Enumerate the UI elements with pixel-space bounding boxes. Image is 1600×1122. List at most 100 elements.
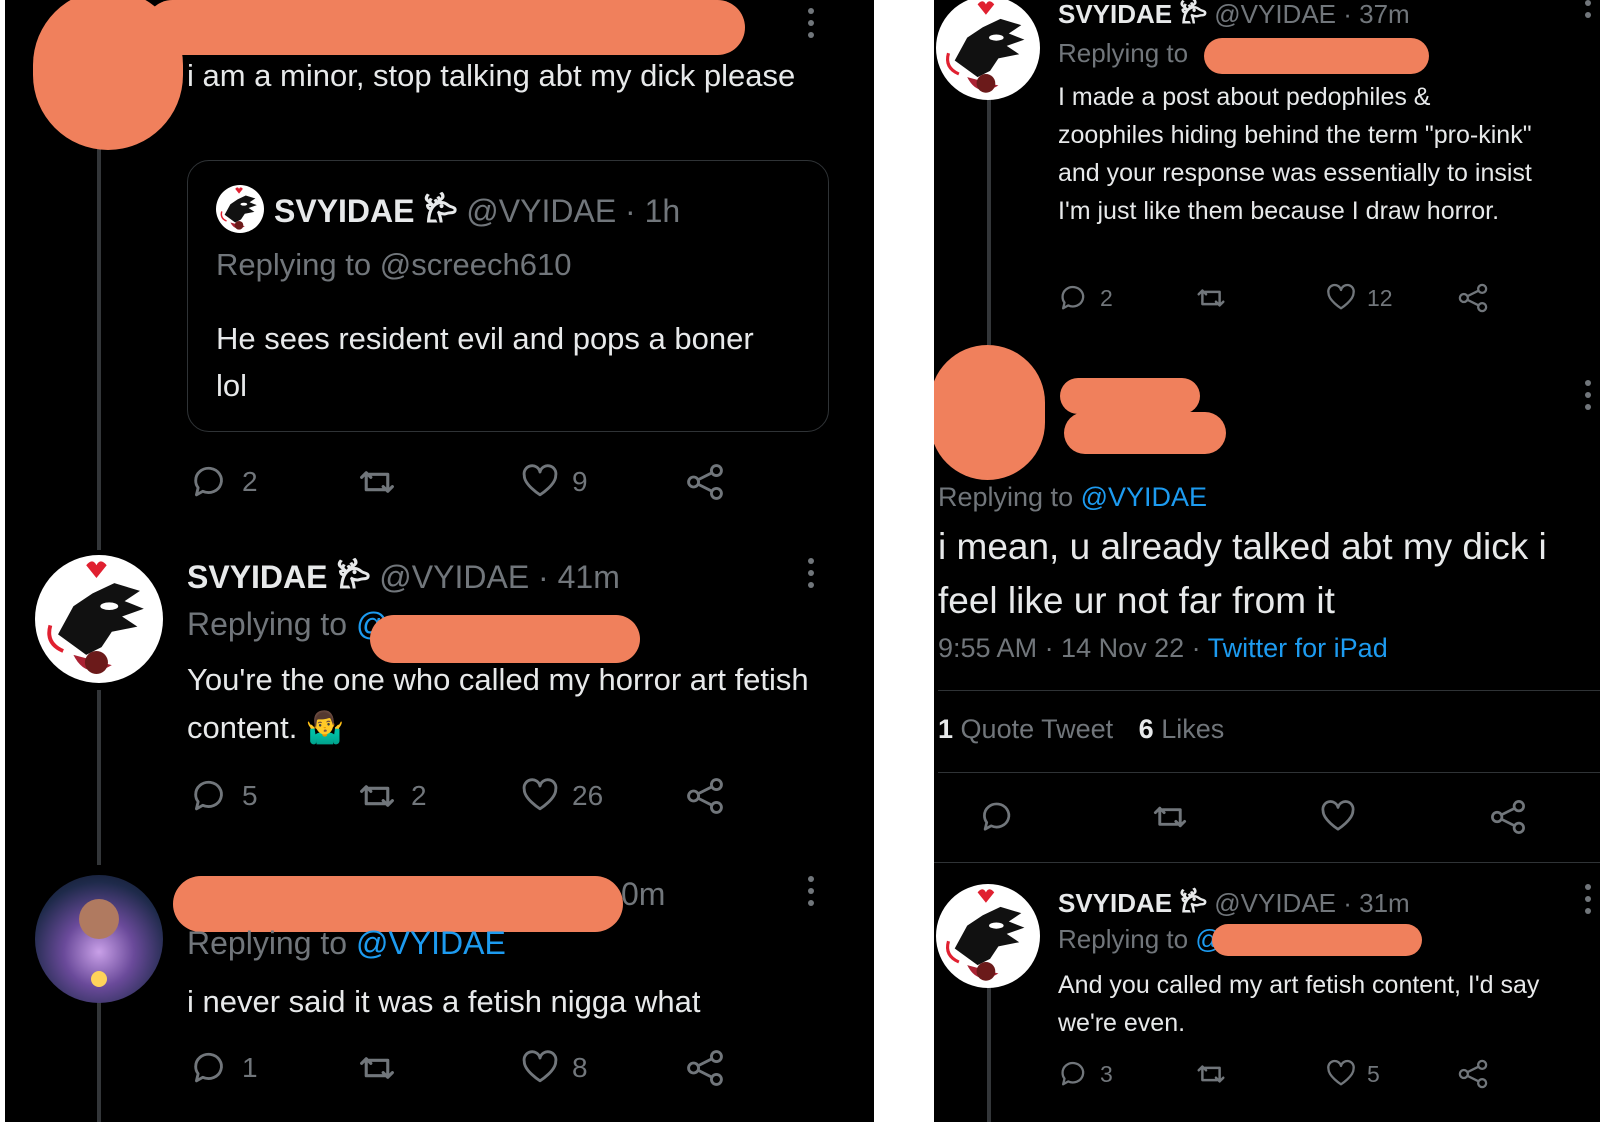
reply-button[interactable]: 2 [1058,282,1193,314]
display-name: SVYIDAE 𐂂 [187,559,371,595]
timestamp: · 37m [1343,0,1410,29]
avatar[interactable] [35,875,163,1003]
divider [934,862,1600,863]
more-icon[interactable] [1584,884,1592,920]
avatar[interactable] [35,555,163,683]
timestamp: · 1h [625,193,681,229]
main-tweet-text: i mean, u already talked abt my dick i f… [938,526,1547,621]
reply-icon [1061,285,1085,310]
avatar[interactable] [936,884,1040,988]
likes-label: Likes [1161,714,1225,744]
right-screenshot-panel: SVYIDAE 𐂂 @VYIDAE · 37m Replying to I ma… [934,0,1600,1122]
reply-button[interactable]: 3 [1058,1058,1193,1090]
reply-count: 2 [1100,284,1113,311]
like-button[interactable]: 9 [520,462,685,502]
like-count: 12 [1367,284,1393,311]
avatar[interactable] [936,0,1040,100]
likes-link[interactable]: 6 Likes [1139,714,1225,744]
quoted-text: He sees resident evil and pops a boner l… [216,321,754,403]
quote-label: Quote Tweet [960,714,1114,744]
more-icon[interactable] [1584,0,1592,24]
share-button[interactable] [1457,282,1489,314]
like-button[interactable]: 5 [1325,1058,1457,1090]
tweet-text: And you called my art fetish content, I'… [1058,971,1540,1037]
more-icon[interactable] [1584,380,1592,416]
divider [938,772,1600,773]
retweet-button[interactable] [1193,1058,1325,1090]
like-button[interactable] [1319,798,1489,836]
like-count: 5 [1367,1060,1380,1087]
replying-handle[interactable]: @VYIDAE [356,925,506,961]
left-screenshot-panel: i am a minor, stop talking abt my dick p… [5,0,874,1122]
more-icon[interactable] [807,558,815,594]
like-button[interactable]: 12 [1325,282,1457,314]
share-button[interactable] [1489,798,1527,836]
retweet-icon [1197,1065,1225,1083]
thread-line [987,90,991,345]
replying-label: Replying to [1058,924,1189,954]
replying-handle[interactable]: @VYIDAE [1081,482,1207,512]
retweet-icon [360,1057,394,1079]
quoted-tweet[interactable]: SVYIDAE 𐂂 @VYIDAE · 1h Replying to @scre… [187,160,829,432]
redacted-handle [1064,412,1226,454]
share-button[interactable] [685,776,725,816]
redacted-avatar [934,345,1045,480]
avatar-face [79,899,119,939]
retweet-button[interactable]: 2 [355,776,520,816]
tweet-actions: 3 5 [1058,1058,1518,1090]
retweet-icon [1197,289,1225,307]
like-icon [1321,800,1355,831]
reply-button[interactable]: 2 [190,462,355,502]
retweet-button[interactable] [355,462,520,502]
redacted-handle [1212,924,1422,956]
replying-label: Replying to [187,925,348,961]
share-button[interactable] [685,462,725,502]
display-name: SVYIDAE 𐂂 [1058,0,1208,29]
replying-label: Replying to [938,482,1074,512]
reply-button[interactable] [979,798,1149,836]
reply-count: 5 [242,780,258,811]
like-button[interactable]: 26 [520,776,685,816]
timestamp: 0m [621,876,666,912]
tweet-text: I made a post about pedophiles & zoophil… [1058,83,1532,225]
redacted-username [145,0,745,55]
retweet-button[interactable] [1149,798,1319,836]
timestamp: · 31m [1343,888,1410,918]
replying-label: Replying to [216,247,372,282]
like-count: 26 [572,780,604,811]
more-icon[interactable] [807,8,815,44]
thread-line [97,690,101,865]
tweet-actions: 2 9 [190,462,750,502]
more-icon[interactable] [807,876,815,912]
redacted-handle [1204,38,1429,74]
quote-tweets-link[interactable]: 1 Quote Tweet [938,714,1113,744]
share-icon [1458,283,1488,313]
like-icon [522,1050,558,1083]
replying-label: Replying to [1058,38,1189,68]
like-icon [1327,1059,1355,1086]
share-button[interactable] [1457,1058,1489,1090]
reply-button[interactable]: 1 [190,1048,355,1088]
tweet-text: i never said it was a fetish nigga what [187,984,701,1019]
replying-handle[interactable]: @screech610 [380,247,572,282]
reply-button[interactable]: 5 [190,776,355,816]
divider [938,690,1600,691]
thread-line [987,985,991,1122]
share-icon [687,1050,723,1086]
retweet-button[interactable] [1193,282,1325,314]
thread-line [97,140,101,550]
share-icon [1458,1059,1488,1089]
reply-icon [194,1052,223,1083]
reply-icon [983,802,1011,831]
replying-label: Replying to [187,606,348,642]
tweet-client-link[interactable]: Twitter for iPad [1208,633,1388,663]
share-button[interactable] [685,1048,725,1088]
like-icon [522,778,558,811]
share-icon [687,778,723,814]
like-icon [522,464,558,497]
like-button[interactable]: 8 [520,1048,685,1088]
reply-icon [194,466,223,497]
reply-icon [194,780,223,811]
retweet-button[interactable] [355,1048,520,1088]
retweet-icon [360,471,394,493]
